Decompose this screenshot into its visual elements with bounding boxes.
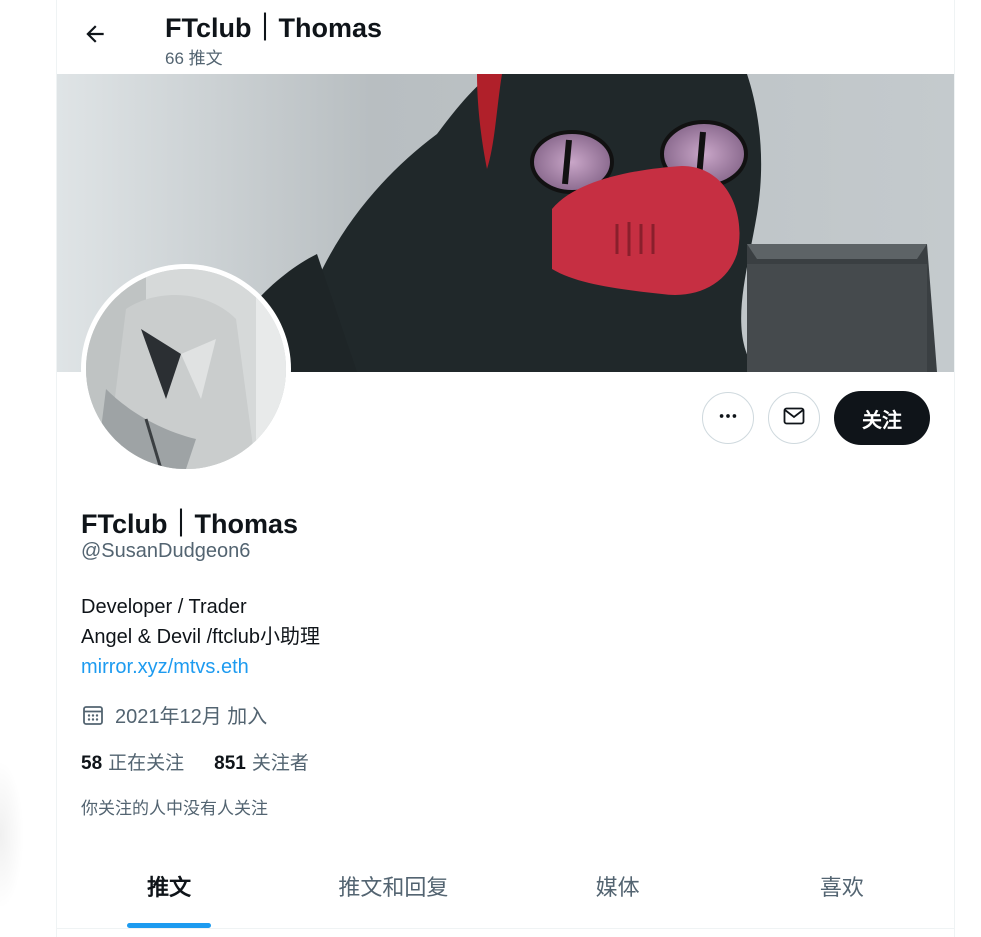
message-button[interactable] bbox=[768, 392, 820, 444]
tab-label: 推文和回复 bbox=[338, 875, 449, 900]
more-button[interactable] bbox=[702, 392, 754, 444]
avatar bbox=[86, 269, 286, 469]
arrow-left-icon bbox=[82, 21, 108, 52]
followers-link[interactable]: 851 关注者 bbox=[214, 748, 309, 775]
top-header: FTclub｜Thomas 66 推文 bbox=[57, 0, 954, 74]
avatar-frame[interactable] bbox=[81, 264, 291, 474]
tweet-count: 66 推文 bbox=[165, 49, 223, 68]
bio-line: Angel & Devil /ftclub小助理 bbox=[81, 626, 320, 648]
tab-likes[interactable]: 喜欢 bbox=[730, 844, 954, 928]
active-tab-indicator bbox=[127, 923, 212, 928]
page: FTclub｜Thomas 66 推文 关注 FTclub｜Thomas @Su… bbox=[0, 0, 981, 937]
tab-tweets[interactable]: 推文 bbox=[57, 844, 281, 928]
mutual-followers-note: 你关注的人中没有人关注 bbox=[81, 799, 268, 818]
tab-label: 推文 bbox=[147, 875, 192, 900]
mail-icon bbox=[782, 404, 806, 433]
follow-button[interactable]: 关注 bbox=[834, 391, 930, 445]
profile-tabs: 推文 推文和回复 媒体 喜欢 bbox=[57, 844, 954, 929]
tab-label: 喜欢 bbox=[819, 875, 864, 900]
profile-link[interactable]: mirror.xyz/mtvs.eth bbox=[81, 652, 320, 682]
followers-label: 关注者 bbox=[251, 753, 309, 774]
header-title: FTclub｜Thomas bbox=[165, 13, 383, 43]
follow-stats: 58 正在关注 851 关注者 bbox=[81, 748, 339, 775]
profile-name: FTclub｜Thomas bbox=[81, 509, 299, 539]
tab-label: 媒体 bbox=[595, 875, 640, 900]
profile-handle: @SusanDudgeon6 bbox=[81, 540, 251, 562]
back-button[interactable] bbox=[75, 16, 115, 56]
joined-text: 2021年12月 加入 bbox=[115, 706, 268, 728]
bio-line: Developer / Trader bbox=[81, 596, 247, 618]
more-horizontal-icon bbox=[717, 405, 739, 432]
followers-count: 851 bbox=[214, 753, 246, 774]
left-edge-shadow bbox=[0, 760, 24, 910]
following-link[interactable]: 58 正在关注 bbox=[81, 748, 184, 775]
tab-media[interactable]: 媒体 bbox=[506, 844, 730, 928]
following-label: 正在关注 bbox=[108, 753, 185, 774]
following-count: 58 bbox=[81, 753, 103, 774]
profile-column: FTclub｜Thomas 66 推文 关注 FTclub｜Thomas @Su… bbox=[56, 0, 955, 937]
joined-date: 2021年12月 加入 bbox=[81, 700, 267, 729]
profile-bio: Developer / Trader Angel & Devil /ftclub… bbox=[81, 592, 320, 682]
calendar-icon bbox=[81, 703, 105, 727]
tab-tweets-and-replies[interactable]: 推文和回复 bbox=[281, 844, 505, 928]
